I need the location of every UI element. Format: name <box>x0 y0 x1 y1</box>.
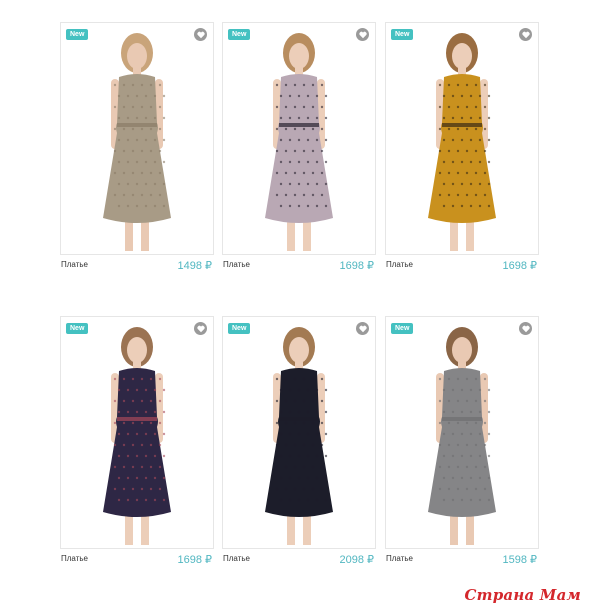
product-price: 1698 ₽ <box>177 554 212 566</box>
heart-icon[interactable] <box>356 322 369 335</box>
product-card[interactable]: New <box>385 316 539 549</box>
product-meta: Платье 1698 ₽ <box>222 259 376 273</box>
product-meta: Платье 1698 ₽ <box>385 259 539 273</box>
model-figure <box>265 327 333 545</box>
new-badge: New <box>228 29 251 40</box>
product-card[interactable]: New <box>60 22 214 255</box>
heart-icon[interactable] <box>519 28 532 41</box>
product-price: 2098 ₽ <box>339 554 374 566</box>
product-name[interactable]: Платье <box>223 260 250 269</box>
model-figure <box>103 327 171 545</box>
product-name[interactable]: Платье <box>61 260 88 269</box>
product-name[interactable]: Платье <box>223 554 250 563</box>
product-card[interactable]: New <box>385 22 539 255</box>
heart-icon[interactable] <box>194 322 207 335</box>
product-name[interactable]: Платье <box>386 260 413 269</box>
product-grid: New Платье 1498 ₽ New Платье 1698 ₽ New … <box>0 0 589 610</box>
product-photo[interactable] <box>223 317 375 548</box>
heart-icon[interactable] <box>519 322 532 335</box>
product-photo[interactable] <box>61 317 213 548</box>
new-badge: New <box>228 323 251 334</box>
product-card[interactable]: New <box>60 316 214 549</box>
product-meta: Платье 1598 ₽ <box>385 553 539 567</box>
product-photo[interactable] <box>386 317 538 548</box>
product-photo[interactable] <box>61 23 213 254</box>
product-card[interactable]: New <box>222 316 376 549</box>
new-badge: New <box>66 323 89 334</box>
product-name[interactable]: Платье <box>386 554 413 563</box>
product-price: 1598 ₽ <box>502 554 537 566</box>
heart-icon[interactable] <box>194 28 207 41</box>
product-price: 1698 ₽ <box>502 260 537 272</box>
model-figure <box>265 33 333 251</box>
product-name[interactable]: Платье <box>61 554 88 563</box>
new-badge: New <box>391 29 414 40</box>
product-price: 1698 ₽ <box>339 260 374 272</box>
product-meta: Платье 1498 ₽ <box>60 259 214 273</box>
model-figure <box>428 33 496 251</box>
product-card[interactable]: New <box>222 22 376 255</box>
product-photo[interactable] <box>223 23 375 254</box>
product-meta: Платье 1698 ₽ <box>60 553 214 567</box>
model-figure <box>103 33 171 251</box>
heart-icon[interactable] <box>356 28 369 41</box>
new-badge: New <box>391 323 414 334</box>
product-photo[interactable] <box>386 23 538 254</box>
site-watermark: Страна Мам <box>464 586 581 604</box>
new-badge: New <box>66 29 89 40</box>
model-figure <box>428 327 496 545</box>
product-meta: Платье 2098 ₽ <box>222 553 376 567</box>
product-price: 1498 ₽ <box>177 260 212 272</box>
